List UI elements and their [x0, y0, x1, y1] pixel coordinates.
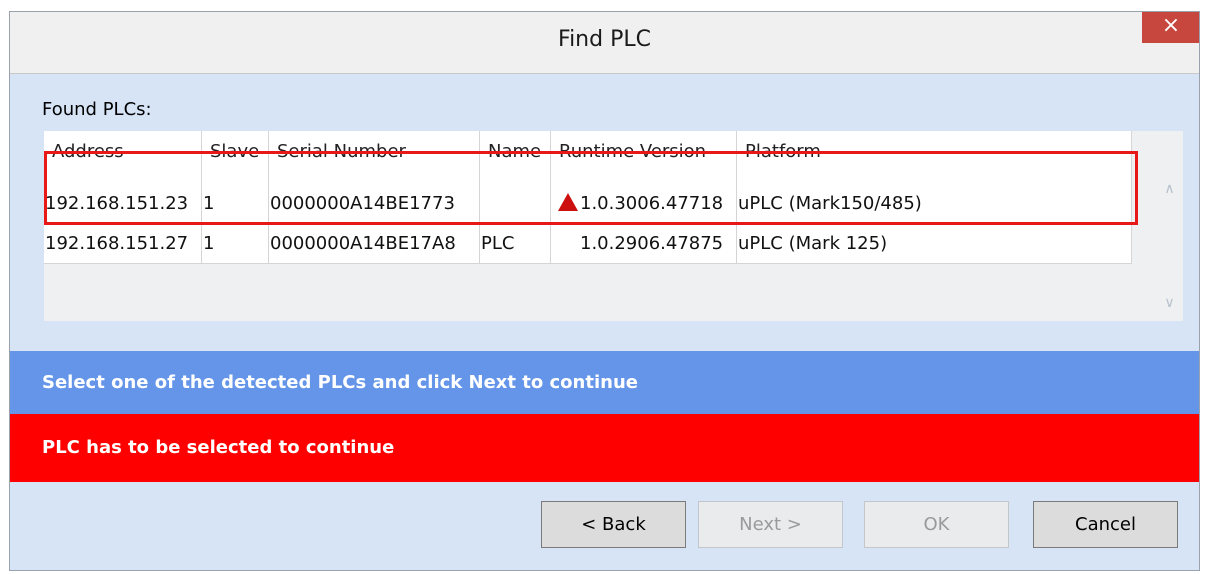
column-header-serial-number[interactable]: Serial Number: [268, 131, 480, 184]
cell-platform: uPLC (Mark 125): [736, 223, 1132, 264]
scroll-up-icon[interactable]: ∧: [1156, 181, 1183, 197]
info-message-bar: Select one of the detected PLCs and clic…: [10, 351, 1199, 414]
found-plcs-label: Found PLCs:: [42, 99, 152, 120]
cell-runtime-version: 1.0.3006.47718: [550, 184, 737, 224]
scroll-down-icon[interactable]: ∨: [1156, 295, 1183, 311]
vertical-scrollbar[interactable]: ∧ ∨: [1156, 131, 1183, 321]
table-row[interactable]: 192.168.151.27 1 0000000A14BE17A8 PLC 1.…: [44, 223, 1132, 264]
cell-runtime-version: 1.0.2906.47875: [550, 223, 737, 264]
column-header-address[interactable]: Address: [44, 131, 202, 184]
back-button[interactable]: < Back: [541, 501, 686, 548]
cell-platform: uPLC (Mark150/485): [736, 184, 1132, 224]
cell-slave: 1: [201, 184, 269, 224]
plc-table: Address Slave Serial Number Name Runtime…: [44, 131, 1183, 321]
cell-serial: 0000000A14BE1773: [268, 184, 480, 224]
cell-name: PLC: [479, 223, 551, 264]
column-header-name[interactable]: Name: [479, 131, 551, 184]
close-icon: ×: [1161, 13, 1181, 38]
cell-serial: 0000000A14BE17A8: [268, 223, 480, 264]
cell-address: 192.168.151.27: [44, 223, 202, 264]
runtime-version-text: 1.0.2906.47875: [580, 233, 724, 254]
find-plc-dialog: Find PLC × Found PLCs: Address Slave Ser…: [9, 11, 1200, 571]
column-header-runtime-version[interactable]: Runtime Version: [550, 131, 737, 184]
column-header-slave[interactable]: Slave: [201, 131, 269, 184]
cell-address: 192.168.151.23: [44, 184, 202, 224]
next-button[interactable]: Next >: [698, 501, 843, 548]
cancel-button[interactable]: Cancel: [1033, 501, 1178, 548]
close-button[interactable]: ×: [1142, 12, 1199, 43]
title-bar: Find PLC ×: [10, 12, 1199, 74]
table-header-row: Address Slave Serial Number Name Runtime…: [44, 131, 1132, 184]
warning-icon: [558, 193, 578, 211]
column-header-platform[interactable]: Platform: [736, 131, 1132, 184]
cell-slave: 1: [201, 223, 269, 264]
window-title: Find PLC: [558, 27, 651, 52]
runtime-version-text: 1.0.3006.47718: [580, 193, 724, 214]
table-row[interactable]: 192.168.151.23 1 0000000A14BE1773 1.0.30…: [44, 184, 1132, 224]
ok-button[interactable]: OK: [864, 501, 1009, 548]
cell-name: [479, 184, 551, 224]
error-message-bar: PLC has to be selected to continue: [10, 414, 1199, 482]
